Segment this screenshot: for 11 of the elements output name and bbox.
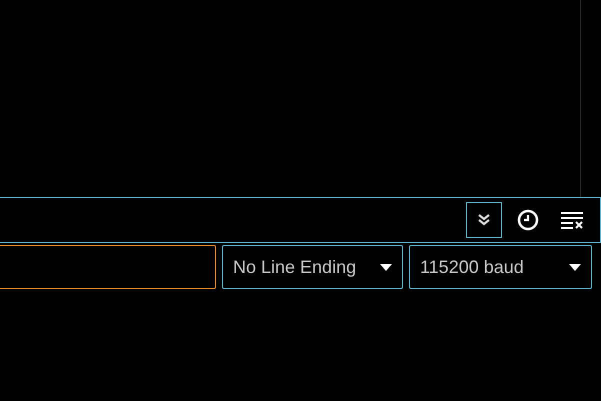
clock-icon [517,209,539,231]
select-value: 115200 baud [420,256,524,278]
double-chevron-down-icon [477,213,491,227]
autoscroll-button[interactable] [466,202,502,238]
message-input[interactable] [0,245,216,289]
caret-icon [380,264,392,270]
baud-rate-select[interactable]: 115200 baud [409,245,592,289]
line-ending-select[interactable]: No Line Ending [222,245,403,289]
select-value: No Line Ending [233,256,356,278]
caret-icon [569,264,581,270]
clear-list-icon [561,211,583,229]
